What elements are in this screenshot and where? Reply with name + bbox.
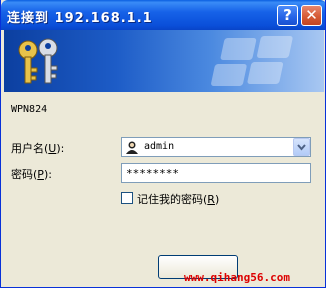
chevron-down-icon xyxy=(297,144,306,151)
close-icon: ✕ xyxy=(305,6,318,24)
username-value: admin xyxy=(144,141,175,152)
windows-logo-watermark xyxy=(211,36,293,86)
window-title: 连接到 192.168.1.1 xyxy=(7,11,153,26)
remember-hotkey: R xyxy=(207,193,215,206)
device-name: WPN824 xyxy=(11,104,48,115)
username-hotkey: U xyxy=(48,142,57,155)
title-bar[interactable]: 连接到 192.168.1.1 ? ✕ xyxy=(1,0,325,30)
user-icon xyxy=(126,141,138,154)
help-icon: ? xyxy=(283,6,292,24)
password-label: 密码(P): xyxy=(11,168,52,181)
username-label-text: 用户名 xyxy=(11,142,44,155)
keys-icon xyxy=(18,38,58,84)
password-label-text: 密码 xyxy=(11,168,33,181)
username-label: 用户名(U): xyxy=(11,142,65,155)
username-dropdown-button[interactable] xyxy=(293,138,310,156)
close-button[interactable]: ✕ xyxy=(301,5,322,26)
username-combobox[interactable]: admin xyxy=(121,137,311,157)
remember-password-text: 记住我的密码 xyxy=(137,193,203,206)
help-button[interactable]: ? xyxy=(277,5,298,26)
password-hotkey: P xyxy=(37,168,44,181)
password-field[interactable]: ******** xyxy=(121,163,311,183)
remember-password-label[interactable]: 记住我的密码(R) xyxy=(137,191,219,207)
site-watermark: www.qihang56.com xyxy=(184,271,290,284)
header-banner xyxy=(4,30,324,92)
login-dialog: 连接到 192.168.1.1 ? ✕ WPN824 用户名(U): admin… xyxy=(0,0,326,288)
password-value: ******** xyxy=(126,167,179,180)
remember-password-checkbox[interactable] xyxy=(121,192,133,204)
